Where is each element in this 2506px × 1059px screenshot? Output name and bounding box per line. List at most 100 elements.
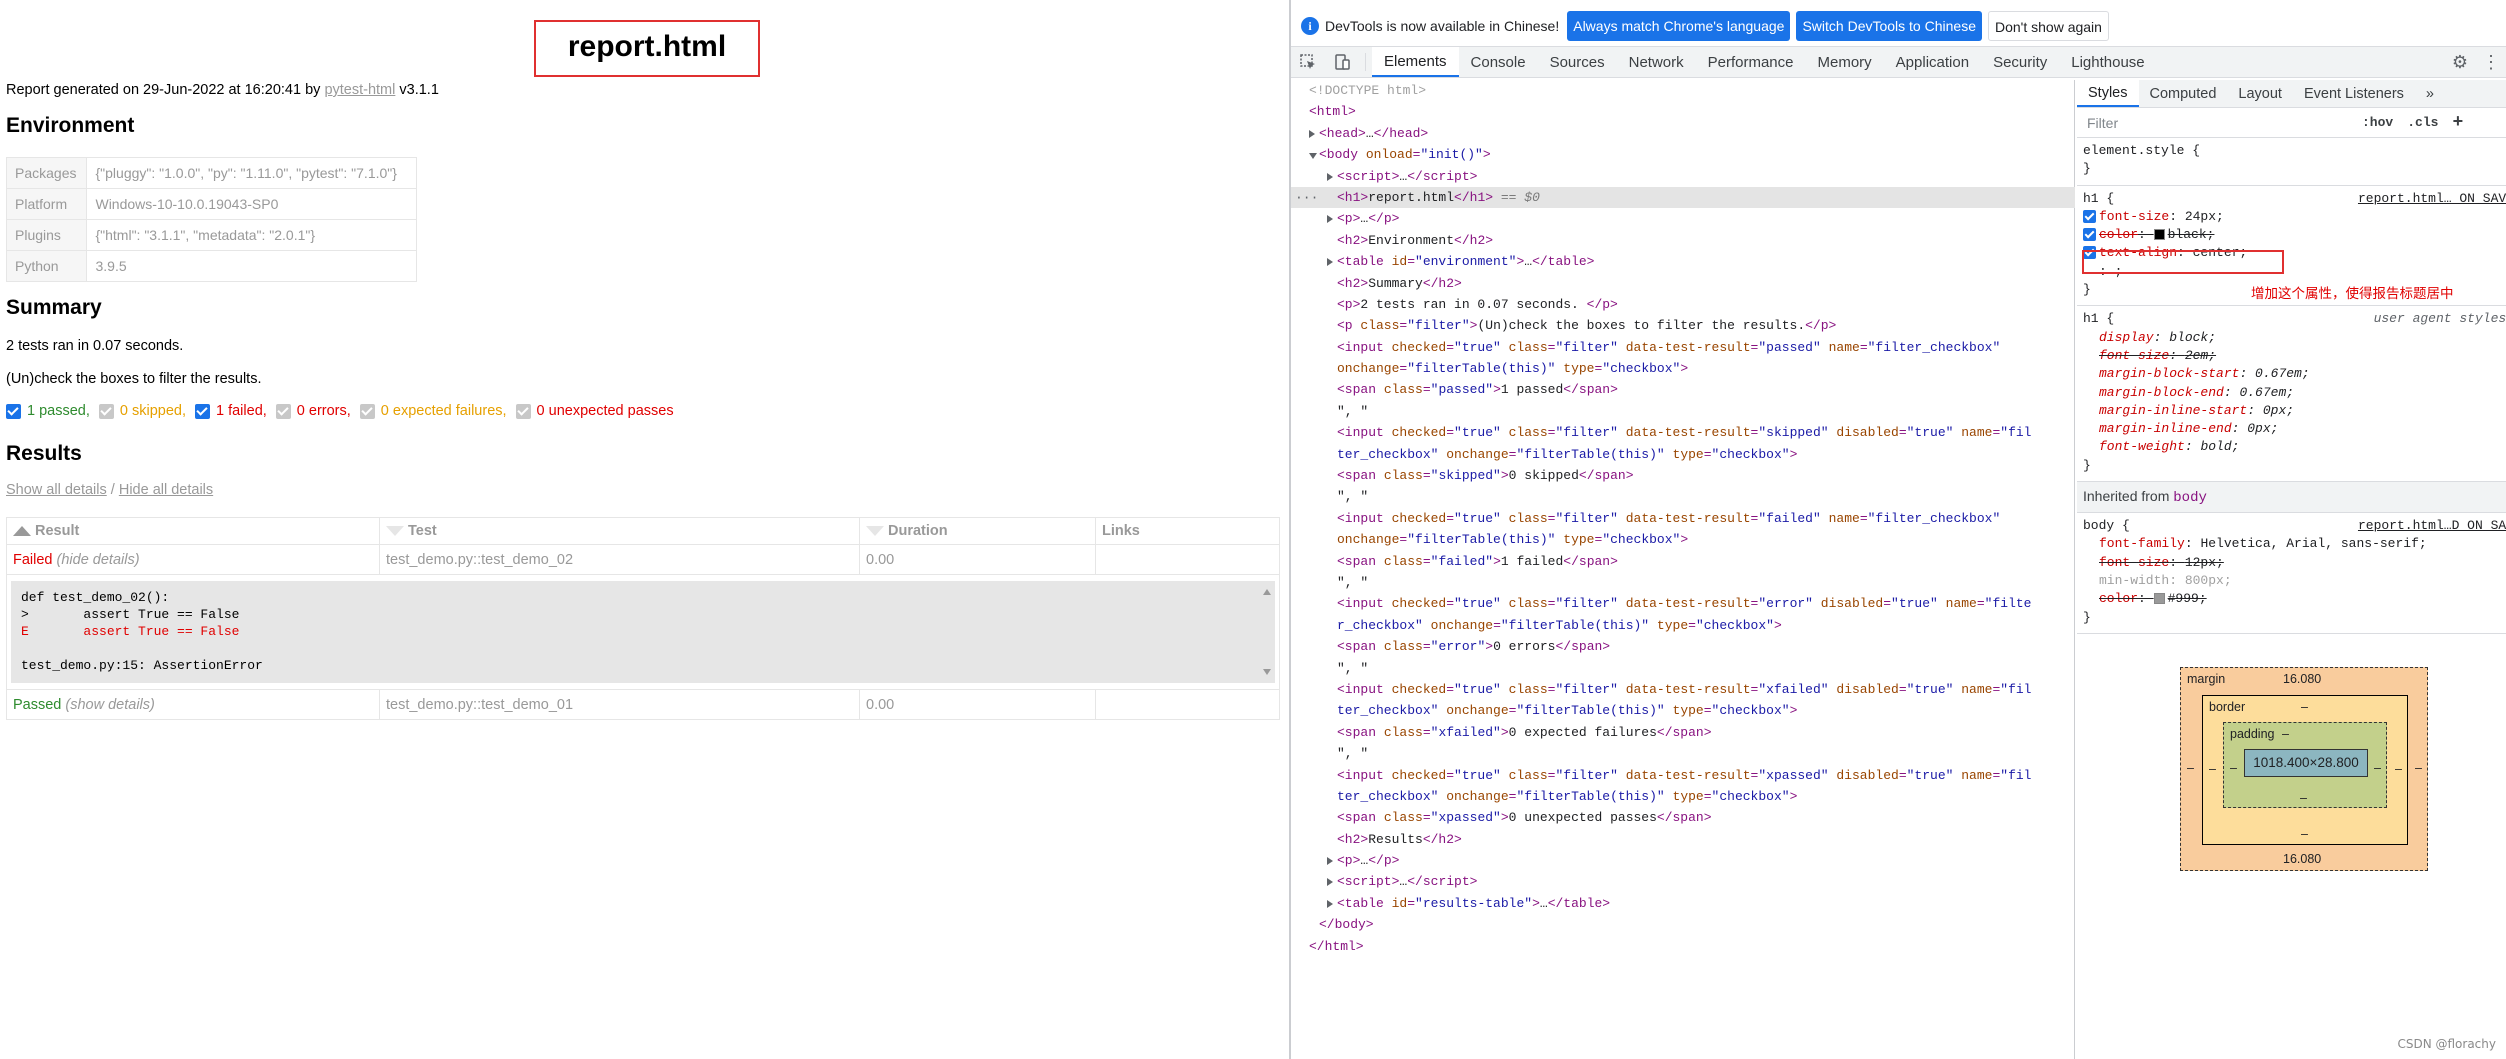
expand-triangle-icon[interactable] [1327,215,1333,224]
result-cell[interactable]: Passed (show details) [6,689,380,720]
padding-top-value[interactable]: – [2282,727,2289,741]
failure-log[interactable]: def test_demo_02(): > assert True == Fal… [11,581,1275,683]
tab-styles[interactable]: Styles [2077,80,2139,107]
always-match-language-button[interactable]: Always match Chrome's language [1567,11,1791,41]
dom-node[interactable]: </body> [1291,914,2075,935]
tab-console[interactable]: Console [1459,47,1538,77]
hide-all-details-link[interactable]: Hide all details [119,482,213,498]
dom-node[interactable]: <input checked="true" class="filter" dat… [1291,508,2075,529]
tab-network[interactable]: Network [1617,47,1696,77]
device-toolbar-icon[interactable] [1325,47,1359,77]
box-model-content[interactable]: 1018.400×28.800 [2244,749,2368,777]
border-left-value[interactable]: – [2209,762,2216,776]
style-property[interactable]: font-family: Helvetica, Arial, sans-seri… [2083,535,2502,553]
dom-node[interactable]: <input checked="true" class="filter" dat… [1291,422,2075,443]
color-swatch[interactable] [2153,229,2165,241]
margin-top-value[interactable]: 16.080 [2283,672,2321,686]
col-duration[interactable]: Duration [859,517,1096,545]
dom-node[interactable]: <span class="error">0 errors</span> [1291,636,2075,657]
expand-triangle-open-icon[interactable] [1309,153,1317,160]
result-cell[interactable]: Failed (hide details) [6,544,380,575]
dont-show-again-button[interactable]: Don't show again [1987,11,2109,41]
expand-triangle-icon[interactable] [1327,172,1333,181]
tab-memory[interactable]: Memory [1806,47,1884,77]
table-row[interactable]: Failed (hide details) test_demo.py::test… [6,544,1280,575]
border-bottom-value[interactable]: – [2301,827,2308,841]
new-rule-plus-icon[interactable]: + [2452,113,2463,133]
padding-bottom-value[interactable]: – [2300,791,2307,805]
box-model-border[interactable]: border – – – – padding – – – – 1018.400×… [2202,695,2408,845]
dom-node[interactable]: <html> [1291,101,2075,122]
dom-node[interactable]: <input checked="true" class="filter" dat… [1291,593,2075,614]
margin-right-value[interactable]: – [2415,761,2422,775]
dom-node[interactable]: <span class="skipped">0 skipped</span> [1291,465,2075,486]
dom-node[interactable]: </html> [1291,936,2075,957]
dom-node[interactable]: ter_checkbox" onchange="filterTable(this… [1291,786,2075,807]
margin-left-value[interactable]: – [2187,761,2194,775]
style-property[interactable]: min-width: 800px; [2083,572,2502,590]
show-all-details-link[interactable]: Show all details [6,482,107,498]
dom-node[interactable]: <span class="xpassed">0 unexpected passe… [1291,807,2075,828]
margin-bottom-value[interactable]: 16.080 [2283,852,2321,866]
style-property[interactable]: font-size: 24px; [2083,208,2502,226]
filter-failed-checkbox[interactable] [195,403,210,419]
dom-node[interactable]: <script>…</script> [1291,871,2075,892]
node-actions-icon[interactable]: ··· [1295,187,1318,208]
box-model-padding[interactable]: padding – – – – 1018.400×28.800 [2223,722,2387,808]
style-property[interactable]: color: black; [2083,226,2502,244]
expand-triangle-icon[interactable] [1327,258,1333,267]
pytest-html-link[interactable]: pytest-html [324,82,395,98]
tab-lighthouse[interactable]: Lighthouse [2059,47,2156,77]
border-right-value[interactable]: – [2395,762,2402,776]
dom-node[interactable]: <h2>Results</h2> [1291,829,2075,850]
dom-node[interactable]: <table id="results-table">…</table> [1291,893,2075,914]
expand-triangle-icon[interactable] [1327,899,1333,908]
dom-node[interactable]: <input checked="true" class="filter" dat… [1291,765,2075,786]
dom-node[interactable]: ter_checkbox" onchange="filterTable(this… [1291,444,2075,465]
dom-node[interactable]: onchange="filterTable(this)" type="check… [1291,358,2075,379]
dom-node[interactable]: <p>…</p> [1291,850,2075,871]
dom-node[interactable]: <span class="xfailed">0 expected failure… [1291,722,2075,743]
dom-node[interactable]: <table id="environment">…</table> [1291,251,2075,272]
dom-node-selected[interactable]: ··· <h1>report.html</h1> == $0 [1291,186,2075,209]
dom-node[interactable]: onchange="filterTable(this)" type="check… [1291,529,2075,550]
col-test[interactable]: Test [379,517,860,545]
tab-application[interactable]: Application [1884,47,1981,77]
tab-performance[interactable]: Performance [1696,47,1806,77]
details-toggle[interactable]: (show details) [65,697,154,713]
dom-node[interactable]: ter_checkbox" onchange="filterTable(this… [1291,700,2075,721]
details-toggle[interactable]: (hide details) [57,552,140,568]
more-options-icon[interactable]: ⋮ [2482,52,2500,73]
padding-right-value[interactable]: – [2374,761,2381,775]
color-swatch[interactable] [2153,593,2165,605]
expand-triangle-icon[interactable] [1327,857,1333,866]
gear-icon[interactable]: ⚙ [2452,52,2468,73]
expand-triangle-icon[interactable] [1327,878,1333,887]
dom-node[interactable]: ", " [1291,572,2075,593]
dom-node[interactable]: <input checked="true" class="filter" dat… [1291,679,2075,700]
filter-passed-checkbox[interactable] [6,403,21,419]
cls-toggle[interactable]: .cls [2407,115,2438,130]
rule-source-link[interactable]: report.html…D_ON_SAV [2358,517,2506,535]
style-property[interactable]: font-size: 12px; [2083,554,2502,572]
padding-left-value[interactable]: – [2230,761,2237,775]
styles-filter-input[interactable]: Filter [2077,115,2362,131]
dom-node[interactable]: <body onload="init()"> [1291,144,2075,165]
scroll-down-icon[interactable] [1263,669,1271,675]
more-tabs-icon[interactable]: » [2415,80,2445,107]
switch-to-chinese-button[interactable]: Switch DevTools to Chinese [1796,11,1982,41]
dom-node[interactable]: <head>…</head> [1291,123,2075,144]
tab-event-listeners[interactable]: Event Listeners [2293,80,2415,107]
expand-triangle-icon[interactable] [1309,129,1315,138]
dom-node[interactable]: ", " [1291,658,2075,679]
tab-elements[interactable]: Elements [1372,47,1459,77]
dom-node[interactable]: <span class="failed">1 failed</span> [1291,551,2075,572]
dom-node[interactable]: ", " [1291,486,2075,507]
dom-node[interactable]: <p>2 tests ran in 0.07 seconds. </p> [1291,294,2075,315]
hov-toggle[interactable]: :hov [2362,115,2393,130]
dom-node[interactable]: ", " [1291,401,2075,422]
dom-node[interactable]: <h2>Environment</h2> [1291,230,2075,251]
dom-node[interactable]: <p class="filter">(Un)check the boxes to… [1291,315,2075,336]
dom-node[interactable]: <input checked="true" class="filter" dat… [1291,337,2075,358]
dom-node[interactable]: r_checkbox" onchange="filterTable(this)"… [1291,615,2075,636]
